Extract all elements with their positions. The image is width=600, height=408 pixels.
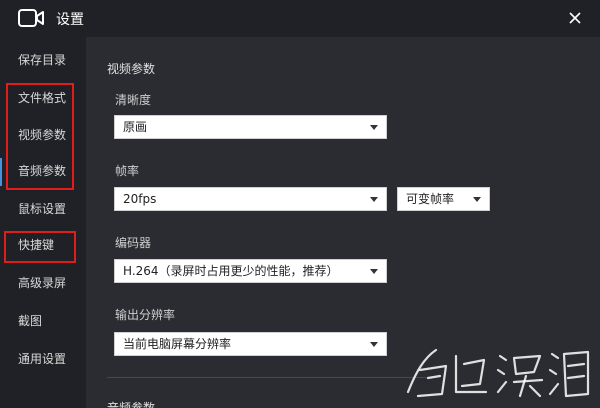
section-title-video: 视频参数 xyxy=(107,62,156,76)
framerate-value: 20fps xyxy=(123,192,157,206)
framerate-select[interactable]: 20fps xyxy=(114,187,387,211)
framerate-mode-select[interactable]: 可变帧率 xyxy=(397,187,490,211)
sidebar-item-mouse-settings[interactable]: 鼠标设置 xyxy=(18,199,66,219)
chevron-down-icon xyxy=(370,125,378,130)
section-title-audio: 音频参数 xyxy=(107,401,156,408)
encoder-value: H.264（录屏时占用更少的性能，推荐） xyxy=(123,264,339,278)
encoder-label: 编码器 xyxy=(115,236,152,250)
sidebar-item-general-settings[interactable]: 通用设置 xyxy=(18,349,66,369)
window-title: 设置 xyxy=(56,12,84,28)
camera-icon xyxy=(18,9,44,27)
chevron-down-icon xyxy=(370,197,378,202)
sidebar-item-save-directory[interactable]: 保存目录 xyxy=(18,50,66,70)
title-bar: 设置 xyxy=(0,0,600,37)
chevron-down-icon xyxy=(473,197,481,202)
sidebar-item-advanced-recording[interactable]: 高级录屏 xyxy=(18,273,66,293)
framerate-label: 帧率 xyxy=(115,164,140,178)
encoder-select[interactable]: H.264（录屏时占用更少的性能，推荐） xyxy=(114,259,387,283)
highlight-box-shortcuts xyxy=(4,231,76,263)
clarity-value: 原画 xyxy=(123,120,148,134)
section-divider xyxy=(107,377,427,378)
resolution-label: 输出分辨率 xyxy=(115,308,176,322)
resolution-value: 当前电脑屏幕分辨率 xyxy=(123,337,232,351)
chevron-down-icon xyxy=(370,342,378,347)
highlight-box-formats xyxy=(6,83,74,190)
sidebar-item-screenshot[interactable]: 截图 xyxy=(18,311,42,331)
close-icon xyxy=(569,12,581,24)
clarity-select[interactable]: 原画 xyxy=(114,115,387,139)
framerate-mode-value: 可变帧率 xyxy=(406,192,455,206)
clarity-label: 清晰度 xyxy=(115,93,152,107)
chevron-down-icon xyxy=(370,269,378,274)
close-button[interactable] xyxy=(564,7,586,29)
watermark-logo xyxy=(406,348,590,398)
resolution-select[interactable]: 当前电脑屏幕分辨率 xyxy=(114,332,387,356)
sidebar: 保存目录 文件格式 视频参数 音频参数 鼠标设置 快捷键 高级录屏 截图 通用设… xyxy=(0,37,86,408)
settings-window: 设置 保存目录 文件格式 视频参数 音频参数 鼠标设置 快捷键 高级录屏 截图 … xyxy=(0,0,600,408)
active-indicator xyxy=(0,158,2,186)
